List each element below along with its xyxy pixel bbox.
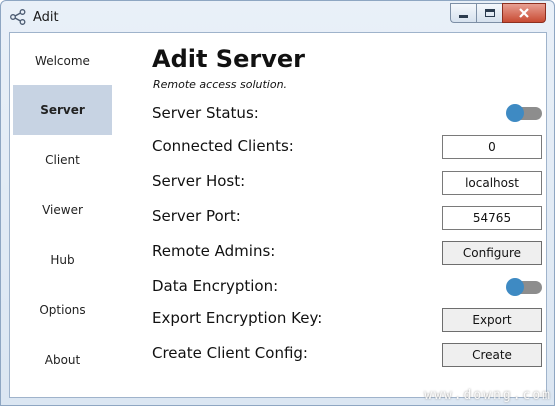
sidebar-item-label: Options bbox=[39, 303, 86, 317]
sidebar-item-client[interactable]: Client bbox=[13, 135, 112, 185]
toggle-knob bbox=[506, 278, 524, 296]
sidebar-item-label: Hub bbox=[50, 253, 75, 267]
configure-button[interactable]: Configure bbox=[442, 241, 542, 265]
page-subtitle: Remote access solution. bbox=[153, 78, 288, 91]
minimize-icon bbox=[459, 14, 468, 18]
app-window: Adit Welcome Server Client Viewer Hub Op… bbox=[0, 0, 555, 406]
sidebar: Welcome Server Client Viewer Hub Options… bbox=[10, 33, 112, 397]
window-title: Adit bbox=[33, 10, 59, 25]
title-bar[interactable]: Adit bbox=[1, 1, 554, 32]
sidebar-item-options[interactable]: Options bbox=[13, 285, 112, 335]
close-button[interactable] bbox=[502, 3, 546, 23]
sidebar-item-label: Viewer bbox=[42, 203, 83, 217]
server-status-toggle[interactable] bbox=[506, 104, 542, 122]
server-host-label: Server Host: bbox=[152, 172, 246, 190]
server-panel: Adit Server Remote access solution. Serv… bbox=[152, 33, 542, 397]
sidebar-item-viewer[interactable]: Viewer bbox=[13, 185, 112, 235]
create-button[interactable]: Create bbox=[442, 343, 542, 367]
server-status-label: Server Status: bbox=[152, 104, 259, 122]
maximize-icon bbox=[484, 9, 495, 17]
window-controls bbox=[450, 3, 546, 23]
client-area: Welcome Server Client Viewer Hub Options… bbox=[9, 32, 547, 398]
sidebar-item-hub[interactable]: Hub bbox=[13, 235, 112, 285]
client-config-label: Create Client Config: bbox=[152, 344, 308, 362]
data-encryption-toggle[interactable] bbox=[506, 278, 542, 296]
watermark: www.downg.com bbox=[424, 388, 552, 403]
sidebar-item-label: Welcome bbox=[35, 54, 90, 68]
export-button[interactable]: Export bbox=[442, 308, 542, 332]
server-port-field[interactable]: 54765 bbox=[442, 206, 542, 230]
maximize-button[interactable] bbox=[476, 3, 502, 23]
close-icon bbox=[519, 8, 529, 18]
page-title: Adit Server bbox=[152, 45, 305, 73]
minimize-button[interactable] bbox=[450, 3, 476, 23]
sidebar-item-label: Server bbox=[40, 103, 85, 117]
server-host-field[interactable]: localhost bbox=[442, 171, 542, 195]
connected-clients-field: 0 bbox=[442, 135, 542, 159]
sidebar-item-label: About bbox=[44, 353, 81, 367]
sidebar-item-label: Client bbox=[45, 153, 80, 167]
remote-admins-label: Remote Admins: bbox=[152, 242, 276, 260]
sidebar-item-server[interactable]: Server bbox=[13, 85, 112, 135]
sidebar-item-about[interactable]: About bbox=[13, 335, 112, 385]
export-key-label: Export Encryption Key: bbox=[152, 309, 323, 327]
share-icon bbox=[10, 9, 26, 25]
data-encryption-label: Data Encryption: bbox=[152, 277, 279, 295]
connected-clients-label: Connected Clients: bbox=[152, 137, 294, 155]
toggle-knob bbox=[506, 104, 524, 122]
sidebar-item-welcome[interactable]: Welcome bbox=[13, 36, 112, 86]
server-port-label: Server Port: bbox=[152, 207, 241, 225]
